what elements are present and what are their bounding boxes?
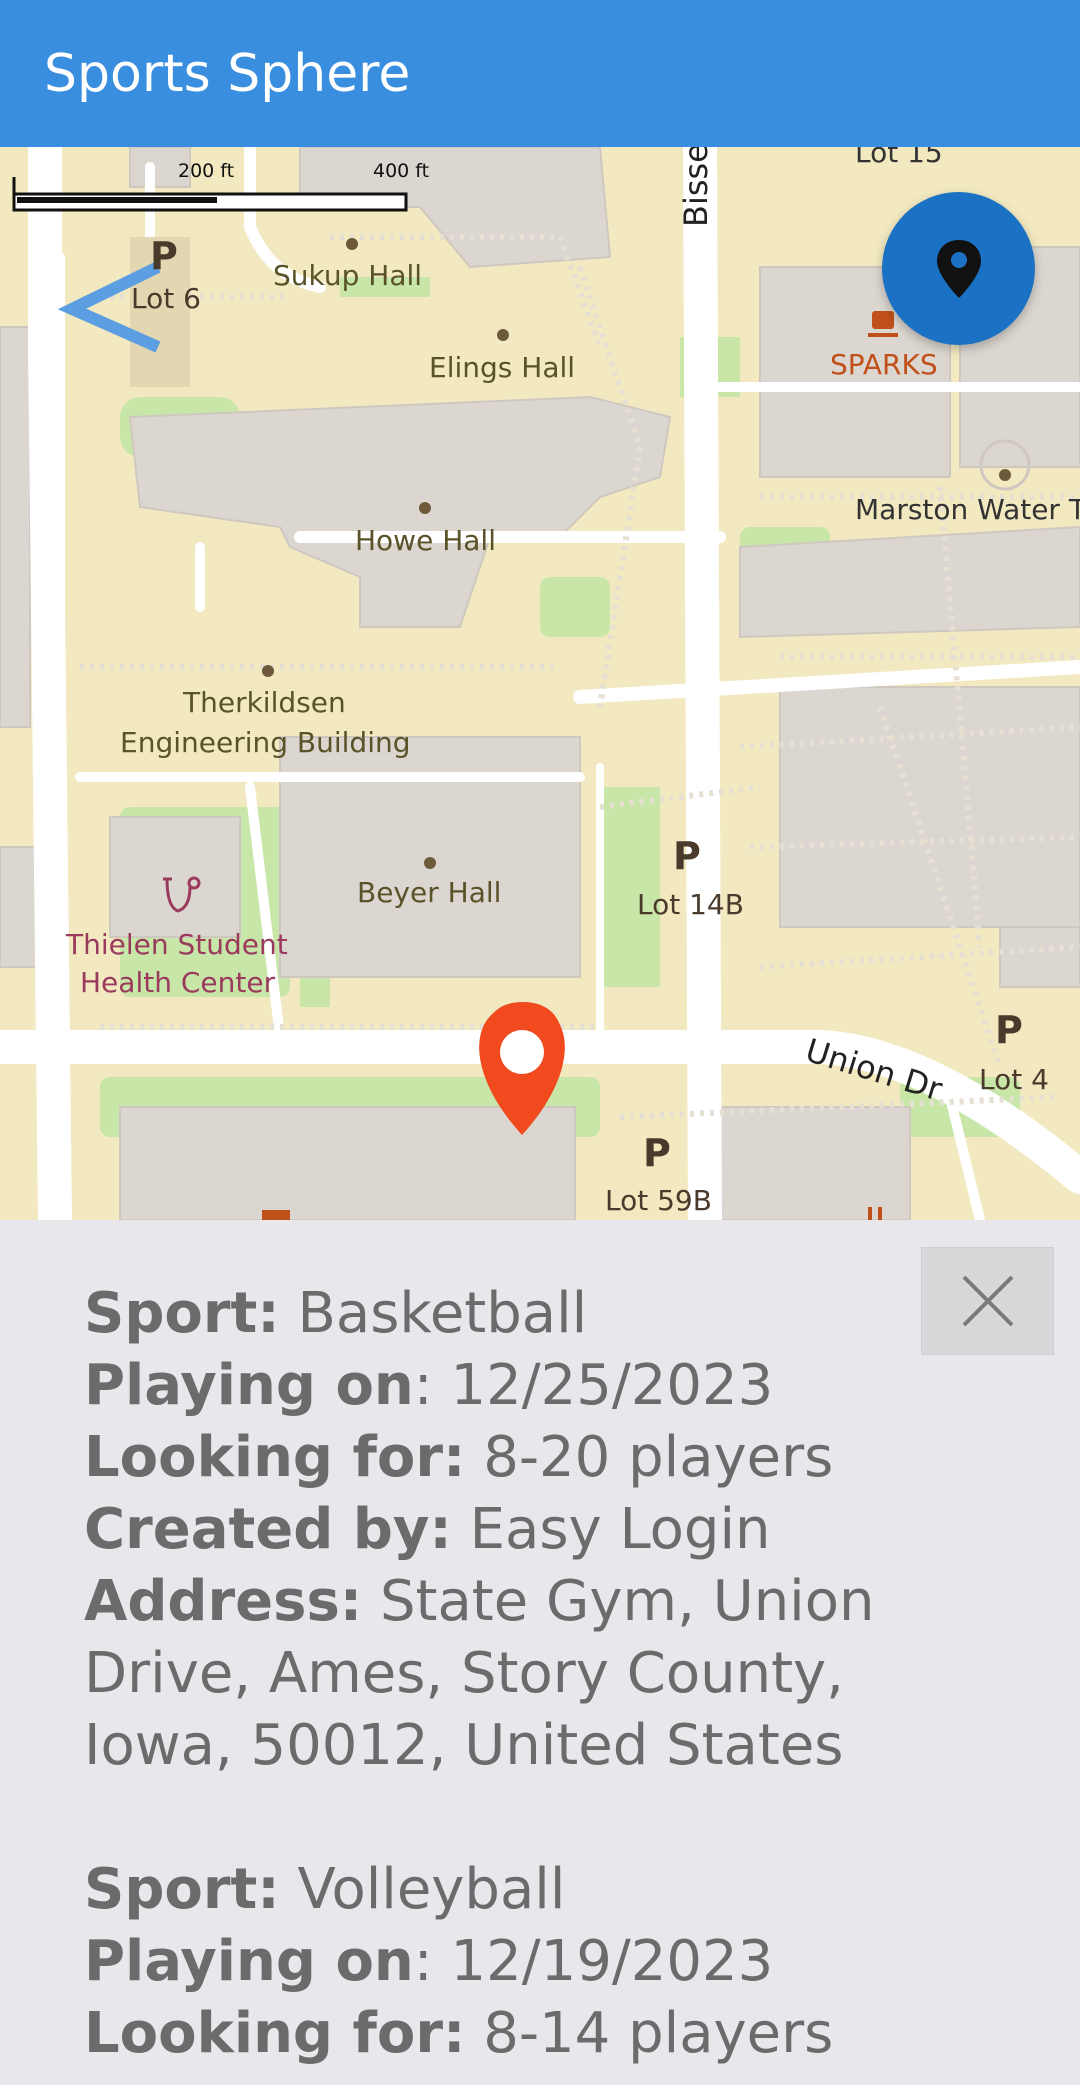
location-pin-icon: [936, 239, 981, 298]
map-label-bissell: Bisse: [677, 147, 715, 227]
looking-label: Looking for:: [84, 2001, 466, 2066]
map-label-lot4: Lot 4: [979, 1063, 1049, 1096]
location-button[interactable]: [882, 192, 1035, 345]
created-value: Easy Login: [469, 1497, 771, 1562]
created-label: Created by:: [84, 1497, 452, 1562]
map-label-sparks: SPARKS: [830, 348, 938, 381]
date-value: 12/25/2023: [450, 1353, 774, 1418]
looking-value: 8-20 players: [483, 1425, 834, 1490]
map-label-lot6: Lot 6: [131, 282, 201, 315]
map-label-howe: Howe Hall: [355, 524, 496, 557]
sport-label: Sport:: [84, 1281, 280, 1346]
cafe-icon: [868, 311, 898, 337]
scale-label-long: 400 ft: [373, 160, 430, 182]
map-label-thielen-1: Thielen Student: [66, 928, 288, 961]
parking-icon-lot59b: P: [643, 1131, 671, 1175]
date-value: 12/19/2023: [450, 1929, 774, 1994]
map-label-beyer: Beyer Hall: [357, 876, 502, 909]
event-list: Sport: Basketball Playing on: 12/25/2023…: [84, 1278, 1004, 2085]
sport-label: Sport:: [84, 1857, 280, 1922]
map-label-marston: Marston Water T: [855, 493, 1080, 526]
app-title: Sports Sphere: [44, 43, 411, 104]
map-label-lot14b: Lot 14B: [637, 888, 744, 921]
event-item: Sport: Volleyball Playing on: 12/19/2023…: [84, 1857, 834, 2066]
event-details-panel: Sport: Basketball Playing on: 12/25/2023…: [0, 1220, 1080, 2085]
parking-icon-lot14b: P: [673, 834, 701, 878]
address-label: Address:: [84, 1569, 363, 1634]
parking-icon-lot6: P: [150, 234, 178, 278]
map-label-therkildsen-1: Therkildsen: [183, 686, 346, 719]
map-label-lot59b: Lot 59B: [605, 1184, 712, 1217]
app-bar: Sports Sphere: [0, 0, 1080, 147]
map-label-lot15: Lot 15: [855, 147, 943, 169]
map-label-sukup: Sukup Hall: [273, 259, 423, 292]
date-label: Playing on: [84, 1929, 414, 1994]
map-label-therkildsen-2: Engineering Building: [120, 726, 411, 759]
looking-label: Looking for:: [84, 1425, 466, 1490]
poi-icon: [262, 1210, 290, 1220]
date-label: Playing on: [84, 1353, 414, 1418]
parking-icon-lot4: P: [995, 1008, 1023, 1052]
map-label-elings: Elings Hall: [429, 351, 576, 384]
event-item: Sport: Basketball Playing on: 12/25/2023…: [84, 1281, 875, 1778]
map-label-thielen-2: Health Center: [80, 966, 276, 999]
sport-value: Basketball: [297, 1281, 588, 1346]
scale-label-short: 200 ft: [178, 160, 235, 182]
looking-value: 8-14 players: [483, 2001, 834, 2066]
sport-value: Volleyball: [297, 1857, 566, 1922]
